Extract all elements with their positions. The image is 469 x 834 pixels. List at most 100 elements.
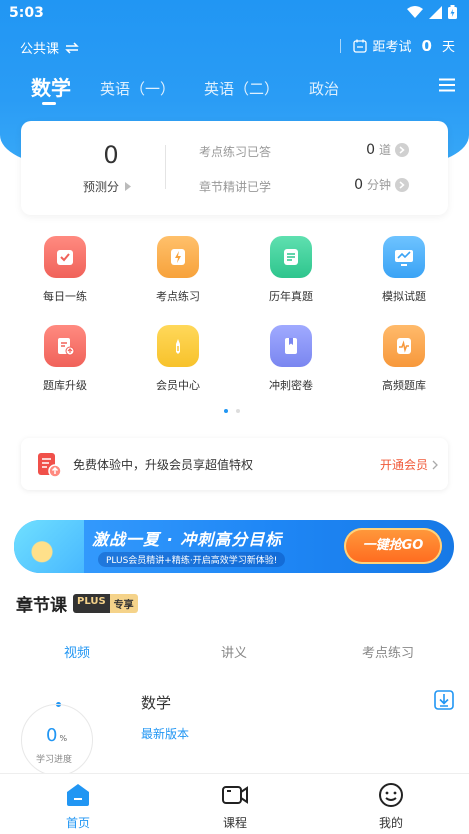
feature-label: 每日一练	[43, 290, 87, 303]
home-icon	[67, 784, 89, 806]
feature-label: 题库升级	[43, 379, 87, 392]
promo-cta-label: 开通会员	[379, 458, 428, 472]
tab-video[interactable]: 视频	[64, 642, 90, 661]
progress-unit: %	[59, 734, 68, 743]
progress-label: 学习进度	[36, 755, 73, 765]
promo-text: 免费体验中，升级会员享超值特权	[73, 458, 254, 472]
calendar-check-icon	[44, 236, 86, 278]
chapter-section-title: 章节课 PLUS 专享	[16, 591, 138, 616]
membership-promo[interactable]: 免费体验中，升级会员享超值特权 开通会员	[21, 438, 448, 490]
divider	[165, 145, 166, 189]
course-switch-button[interactable]: 公共课	[20, 38, 79, 57]
crown-badge-icon	[157, 325, 199, 367]
exam-countdown[interactable]: 距考试 0 天	[339, 36, 455, 55]
nav-label: 课程	[222, 816, 247, 830]
doc-upgrade-icon	[44, 325, 86, 367]
feature-member-center[interactable]: 会员中心	[133, 325, 223, 393]
promo-banner[interactable]: 激战一夏 · 冲刺高分目标 PLUS会员精讲+精练·开启高效学习新体验! 一键抢…	[14, 520, 454, 573]
tab-math[interactable]: 数学	[31, 72, 71, 101]
studied-unit: 分钟	[366, 178, 391, 192]
feature-past-exams[interactable]: 历年真题	[246, 236, 336, 304]
banner-headline: 激战一夏 · 冲刺高分目标	[92, 530, 283, 549]
course-switch-label: 公共课	[20, 42, 60, 57]
predicted-score: 0	[103, 141, 119, 169]
status-bar: 5:03	[0, 0, 469, 26]
tab-handout[interactable]: 讲义	[221, 642, 247, 661]
page-dot	[236, 409, 240, 413]
chapter-tabs: 视频 讲义 考点练习	[0, 640, 469, 664]
feature-label: 模拟试题	[382, 290, 426, 303]
signal-icon	[429, 5, 442, 19]
download-icon[interactable]	[434, 690, 454, 710]
feature-question-bank-upgrade[interactable]: 题库升级	[20, 325, 110, 393]
nav-profile[interactable]: 我的	[351, 782, 431, 831]
book-icon	[270, 325, 312, 367]
calendar-icon	[352, 39, 367, 53]
answered-label: 考点练习已答	[199, 145, 272, 159]
exam-countdown-unit: 天	[441, 40, 455, 55]
chevron-right-icon	[395, 142, 409, 157]
progress-value-group: 0%	[46, 725, 67, 746]
swap-icon	[65, 41, 79, 54]
document-icon	[270, 236, 312, 278]
studied-value-group: 0 分钟	[354, 176, 409, 193]
banner-subline: PLUS会员精讲+精练·开启高效学习新体验!	[98, 552, 286, 567]
smiley-icon	[379, 783, 403, 807]
subject-tabs: 数学 英语（一） 英语（二） 政治	[0, 72, 469, 108]
feature-label: 会员中心	[156, 379, 200, 392]
feature-topic-practice[interactable]: 考点练习	[133, 236, 223, 304]
nav-label: 我的	[378, 816, 403, 830]
tab-english-2[interactable]: 英语（二）	[204, 78, 279, 99]
answered-value: 0	[366, 141, 375, 158]
tab-topic-practice[interactable]: 考点练习	[362, 642, 414, 661]
tab-english-1[interactable]: 英语（一）	[100, 78, 175, 99]
feature-label: 历年真题	[269, 290, 313, 303]
predicted-score-label: 预测分	[83, 180, 120, 194]
lightning-doc-icon	[157, 236, 199, 278]
open-membership-link[interactable]: 开通会员	[380, 456, 438, 473]
pulse-doc-icon	[383, 325, 425, 367]
monitor-chart-icon	[383, 236, 425, 278]
feature-label: 冲刺密卷	[269, 379, 313, 392]
chevron-right-icon	[432, 460, 438, 469]
plus-badge-label: PLUS	[73, 594, 110, 613]
exam-countdown-days: 0	[421, 36, 432, 55]
studied-label: 章节精讲已学	[199, 180, 272, 194]
top-bar: 公共课 距考试 0 天	[0, 32, 469, 60]
answered-value-group: 0 道	[366, 141, 409, 158]
course-version: 最新版本	[141, 727, 190, 741]
video-camera-icon	[222, 786, 248, 804]
feature-label: 高频题库	[382, 379, 426, 392]
feature-mock-tests[interactable]: 模拟试题	[359, 236, 449, 304]
banner-illustration	[14, 520, 84, 573]
nav-courses[interactable]: 课程	[195, 782, 275, 831]
tab-politics[interactable]: 政治	[309, 78, 339, 99]
answered-unit: 道	[378, 143, 391, 157]
nav-label: 首页	[65, 816, 90, 830]
course-name[interactable]: 数学	[141, 692, 171, 713]
predicted-score-link[interactable]: 预测分	[83, 178, 132, 195]
divider	[339, 38, 341, 53]
feature-daily-practice[interactable]: 每日一练	[20, 236, 110, 304]
caret-right-icon	[125, 182, 132, 191]
feature-sprint-papers[interactable]: 冲刺密卷	[246, 325, 336, 393]
page-dot-active	[224, 409, 228, 413]
doc-upgrade-icon	[38, 453, 62, 478]
nav-home[interactable]: 首页	[38, 782, 118, 831]
exam-countdown-label: 距考试	[372, 40, 412, 55]
section-title-text: 章节课	[16, 596, 67, 616]
banner-go-button[interactable]: 一键抢GO	[344, 528, 442, 564]
page-indicator	[224, 409, 240, 413]
bottom-navigation: 首页 课程 我的	[0, 773, 469, 834]
studied-value: 0	[354, 176, 363, 193]
feature-high-frequency-bank[interactable]: 高频题库	[359, 325, 449, 393]
stats-card: 0 预测分 考点练习已答 0 道 章节精讲已学 0 分钟	[21, 121, 448, 215]
chevron-right-icon	[395, 177, 409, 192]
progress-ring: 0% 学习进度	[21, 704, 93, 776]
battery-icon	[448, 5, 457, 19]
status-time: 5:03	[9, 5, 44, 21]
menu-icon[interactable]	[439, 78, 455, 92]
system-icons	[407, 5, 457, 19]
plus-exclusive-badge: PLUS 专享	[73, 594, 138, 613]
active-tab-indicator	[42, 102, 56, 105]
